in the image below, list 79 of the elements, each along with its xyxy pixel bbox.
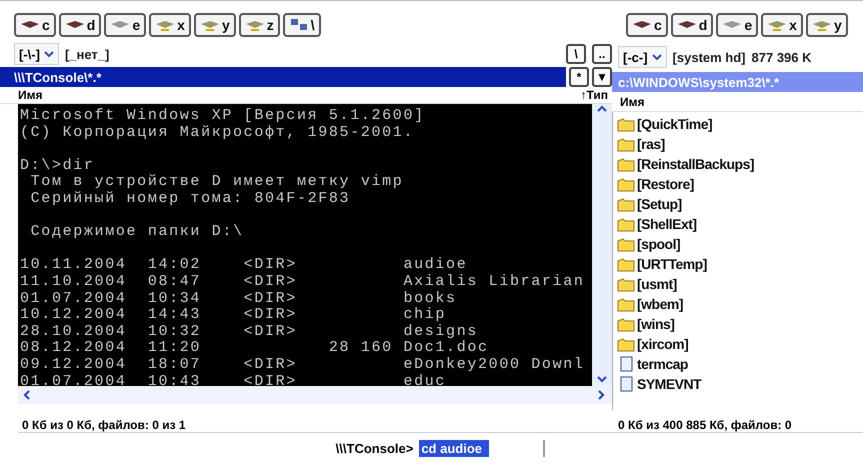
drive-icon	[288, 18, 309, 32]
vertical-scrollbar[interactable]	[592, 104, 612, 386]
drive-button[interactable]: y	[806, 13, 848, 37]
console-line: D:\>dir	[20, 158, 95, 174]
console-line: 28.10.2004 10:32 <DIR> designs	[20, 324, 480, 340]
console-line: 09.12.2004 18:07 <DIR> eDonkey2000 Downl	[20, 357, 586, 374]
column-header[interactable]: Имя	[14, 88, 47, 102]
history-button[interactable]: ▼	[592, 67, 612, 87]
drive-dropdown[interactable]: [-\-]	[14, 43, 59, 65]
drive-label: [_нет_]	[64, 46, 110, 62]
parent-button[interactable]: ..	[592, 44, 612, 64]
console-line: Том в устройстве D имеет метку vimp	[30, 174, 404, 191]
filter-button[interactable]: *	[569, 67, 589, 87]
file-name[interactable]: [ShellExt]	[637, 216, 697, 232]
drive-icon	[200, 18, 220, 32]
file-name[interactable]: [URTTemp]	[637, 256, 707, 272]
path-bar[interactable]: \\\TConsole\*.*	[0, 67, 566, 87]
file-name[interactable]: [ras]	[637, 136, 665, 152]
folder-icon	[617, 336, 635, 352]
folder-icon	[617, 156, 635, 172]
file-name[interactable]: [wins]	[637, 316, 674, 332]
status-text: 0 Кб из 0 Кб, файлов: 0 из 1	[21, 417, 187, 432]
file-name[interactable]: [xircom]	[637, 336, 688, 352]
file-name[interactable]: SYMEVNT	[637, 376, 702, 392]
drive-button[interactable]: \	[282, 13, 321, 37]
file-name[interactable]: [Setup]	[637, 196, 682, 212]
drive-button[interactable]: e	[716, 13, 758, 37]
folder-icon	[617, 256, 635, 272]
file-name[interactable]: [spool]	[637, 236, 680, 252]
free-space-text: 877 396 K	[752, 50, 812, 64]
console-line: 10.11.2004 14:02 <DIR> audioe	[20, 257, 468, 274]
drive-dropdown[interactable]: [-c-]	[618, 46, 667, 68]
drive-button[interactable]: x	[149, 13, 191, 37]
drive-icon	[812, 18, 832, 32]
column-header[interactable]: Имя	[616, 95, 649, 109]
column-header[interactable]: ↑Тип	[576, 88, 612, 102]
status-text: 0 Кб из 400 885 Кб, файлов: 0	[617, 417, 793, 432]
file-name[interactable]: [Restore]	[637, 176, 694, 192]
drive-icon	[767, 18, 788, 32]
command-prompt: \\\TConsole>	[336, 440, 414, 456]
folder-icon	[617, 136, 635, 152]
console-line: (C) Корпорация Майкрософт, 1985-2001.	[20, 124, 416, 142]
drive-label: [system hd]	[672, 50, 746, 64]
caret-icon	[652, 53, 662, 61]
folder-icon	[617, 176, 635, 192]
folder-icon	[617, 196, 635, 212]
command-input[interactable]: cd audioe	[419, 440, 546, 456]
drive-button[interactable]: d	[670, 13, 714, 37]
file-name[interactable]: [QuickTime]	[637, 116, 712, 132]
horizontal-scrollbar[interactable]	[18, 386, 612, 404]
console-line: 08.12.2004 11:20 28 160 Doc1.doc	[20, 340, 490, 357]
console-line: Содержимое папки D:\	[30, 224, 245, 241]
drive-button[interactable]: e	[104, 13, 146, 37]
drive-button[interactable]: y	[194, 13, 236, 37]
console-line: 10.12.2004 14:43 <DIR> chip	[20, 307, 448, 324]
console-line: Серийный номер тома: 804F-2F83	[30, 191, 352, 208]
console-line: 11.10.2004 08:47 <DIR> Axialis Librarian	[20, 274, 586, 291]
drive-icon	[155, 18, 176, 32]
folder-icon	[617, 296, 635, 312]
console-line: 01.07.2004 10:43 <DIR> educ	[20, 374, 448, 386]
drive-button[interactable]: z	[238, 13, 280, 37]
root-button[interactable]: \	[566, 44, 586, 64]
file-name[interactable]: termcap	[637, 356, 688, 372]
drive-button[interactable]: c	[14, 13, 56, 37]
drive-icon	[244, 18, 265, 32]
file-name[interactable]: [usmt]	[637, 276, 677, 292]
drive-button[interactable]: c	[626, 13, 668, 37]
folder-icon	[617, 276, 635, 292]
folder-icon	[617, 236, 635, 252]
file-name[interactable]: [ReinstallBackups]	[637, 156, 754, 172]
file-name[interactable]: [wbem]	[637, 296, 683, 312]
caret-icon	[44, 50, 54, 58]
folder-icon	[617, 316, 635, 332]
folder-icon	[617, 116, 635, 132]
folder-icon	[617, 216, 635, 232]
drive-button[interactable]: d	[58, 13, 102, 37]
console-line: 01.07.2004 10:34 <DIR> books	[20, 290, 458, 307]
console-line: Microsoft Windows XP [Версия 5.1.2600]	[20, 108, 426, 125]
drive-button[interactable]: x	[761, 13, 803, 37]
